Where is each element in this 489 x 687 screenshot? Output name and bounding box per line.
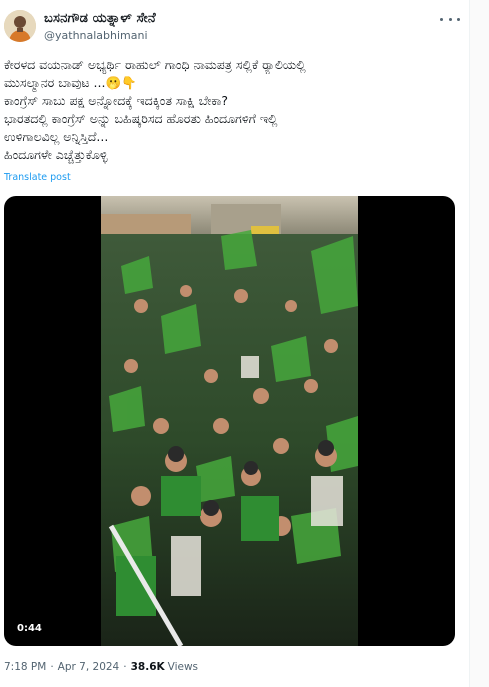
post-line: ಕೇರಳದ ವಯನಾಡ್ ಅಭ್ಯರ್ಥಿ ರಾಹುಲ್ ಗಾಂಧಿ ನಾಮಪತ…: [4, 57, 306, 72]
tweet-card: ಬಸನಗೌಡ ಯತ್ನಾಳ್ ಸೇನೆ @yathnalabhimani ಕೇರ…: [0, 0, 470, 687]
post-time[interactable]: 7:18 PM: [4, 661, 46, 673]
avatar-image: [4, 10, 36, 42]
views-count[interactable]: 38.6K: [131, 661, 165, 673]
views-label: Views: [167, 661, 199, 673]
video-thumbnail: [101, 196, 358, 646]
post-line: ಹಿಂದೂಗಳೇ ಎಚ್ಚೆತ್ತುಕೊಳ್ಳಿ: [4, 147, 108, 162]
post-date[interactable]: Apr 7, 2024: [58, 661, 120, 673]
translate-post-link[interactable]: Translate post: [4, 172, 71, 183]
avatar[interactable]: [4, 10, 36, 42]
video-frame[interactable]: [101, 196, 358, 646]
post-line: ಉಳಿಗಾಲವಿಲ್ಲ ಅನ್ನಿಸ್ತಿದೆ...: [4, 129, 109, 144]
video-player[interactable]: 0:44: [4, 196, 455, 646]
tweet-header: ಬಸನಗೌಡ ಯತ್ನಾಳ್ ಸೇನೆ @yathnalabhimani: [4, 8, 464, 48]
name-row: ಬಸನಗೌಡ ಯತ್ನಾಳ್ ಸೇನೆ: [44, 11, 156, 26]
post-line: ಕಾಂಗ್ರೆಸ್ ಸಾಬು ಪಕ್ಷ ಅನ್ನೋದಕ್ಕೆ ಇದಕ್ಕಿಂತ …: [4, 93, 229, 108]
post-text: ಕೇರಳದ ವಯನಾಡ್ ಅಭ್ಯರ್ಥಿ ರಾಹುಲ್ ಗಾಂಧಿ ನಾಮಪತ…: [4, 56, 459, 164]
separator-dot: ·: [123, 661, 127, 673]
post-meta: 7:18 PM · Apr 7, 2024 · 38.6K Views: [4, 661, 198, 673]
page-margin: [470, 0, 489, 687]
more-options-icon[interactable]: [440, 12, 460, 26]
post-line: ಭಾರತದಲ್ಲಿ ಕಾಂಗ್ರೆಸ್ ಅನ್ನು ಬಹಿಷ್ಕರಿಸದ ಹೊರ…: [4, 111, 278, 126]
user-handle[interactable]: @yathnalabhimani: [44, 29, 148, 42]
post-line: ಮುಸಲ್ಮಾನರ ಬಾವುಟ ...🫢👇: [4, 75, 137, 90]
separator-dot: ·: [50, 661, 54, 673]
display-name[interactable]: ಬಸನಗೌಡ ಯತ್ನಾಳ್ ಸೇನೆ: [44, 11, 156, 26]
video-duration: 0:44: [12, 621, 47, 636]
